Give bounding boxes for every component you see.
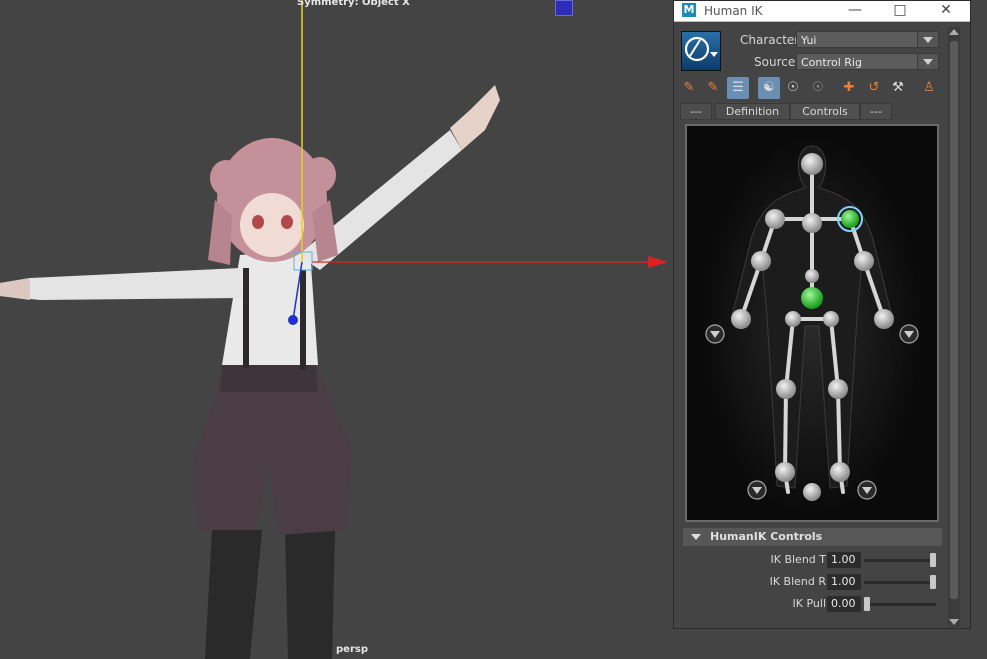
effector-head[interactable]: [801, 153, 823, 175]
character-dropdown[interactable]: Yui: [796, 31, 939, 48]
source-label: Source:: [754, 55, 800, 69]
pin-brush-alt-icon[interactable]: ✎: [702, 77, 724, 99]
scrollbar-thumb[interactable]: [950, 41, 958, 599]
human-ik-window: M Human IK — □ ✕ Character: Yui Source: …: [673, 0, 971, 629]
source-value: Control Rig: [801, 56, 862, 69]
ik-blend-r-field[interactable]: 1.00: [827, 574, 861, 590]
effector-left-elbow[interactable]: [751, 251, 771, 271]
window-titlebar[interactable]: M Human IK — □ ✕: [674, 1, 970, 22]
stance-alt-icon[interactable]: ☉: [807, 77, 829, 99]
tab-left-more[interactable]: ---: [680, 103, 712, 120]
key-icon[interactable]: ⚒: [887, 77, 909, 99]
ik-blend-r-label: IK Blend R: [769, 575, 826, 588]
ik-pull-label: IK Pull: [792, 597, 826, 610]
view-cube-marker[interactable]: [555, 0, 573, 16]
effector-left-ankle[interactable]: [775, 462, 795, 482]
ik-blend-t-slider[interactable]: [864, 553, 936, 567]
character-value: Yui: [801, 34, 817, 47]
close-icon[interactable]: ✕: [931, 1, 961, 21]
stance-icon[interactable]: ☉: [782, 77, 804, 99]
effector-right-wrist[interactable]: [874, 309, 894, 329]
effector-left-knee[interactable]: [776, 379, 796, 399]
reset-icon[interactable]: ↺: [863, 77, 885, 99]
window-body: Character: Yui Source: Control Rig ✎ ✎ ☰…: [674, 22, 970, 628]
effector-right-ankle[interactable]: [830, 462, 850, 482]
scroll-up-icon[interactable]: [949, 29, 959, 35]
slider-handle[interactable]: [930, 553, 936, 567]
body-part-icon[interactable]: ☯: [758, 77, 780, 99]
character-controls-figure[interactable]: [685, 124, 939, 522]
effector-left-shoulder[interactable]: [765, 209, 785, 229]
effector-right-shoulder[interactable]: [837, 206, 863, 232]
effector-reference[interactable]: [803, 483, 821, 501]
ik-pull-field[interactable]: 0.00: [827, 596, 861, 612]
ik-blend-r-slider[interactable]: [864, 575, 936, 589]
ik-blend-t-label: IK Blend T: [770, 553, 827, 566]
window-scrollbar[interactable]: [948, 27, 960, 627]
ik-blend-t-field[interactable]: 1.00: [827, 552, 861, 568]
right-foot-expand-icon[interactable]: [857, 480, 877, 500]
maya-icon: M: [682, 3, 696, 17]
ik-pull-slider[interactable]: [864, 597, 936, 611]
effector-left-wrist[interactable]: [731, 309, 751, 329]
chevron-down-icon: [917, 54, 938, 69]
slider-handle[interactable]: [930, 575, 936, 589]
humanik-logo-icon: [684, 36, 718, 62]
window-title: Human IK: [704, 4, 763, 18]
source-dropdown[interactable]: Control Rig: [796, 53, 939, 70]
effector-spine[interactable]: [805, 269, 819, 283]
collapse-triangle-icon: [691, 534, 701, 540]
effector-left-hip[interactable]: [785, 311, 801, 327]
camera-label: persp: [336, 644, 368, 655]
tab-definition[interactable]: Definition: [715, 103, 790, 120]
left-foot-expand-icon[interactable]: [747, 480, 767, 500]
scroll-down-icon[interactable]: [949, 619, 959, 625]
slider-handle[interactable]: [864, 597, 870, 611]
full-body-icon[interactable]: ☰: [727, 77, 749, 99]
move-icon[interactable]: ✚: [838, 77, 860, 99]
character-model[interactable]: [0, 0, 673, 659]
viewport-3d[interactable]: Symmetry: Object X persp: [0, 0, 673, 659]
effector-right-elbow[interactable]: [854, 251, 874, 271]
humanik-menu-button[interactable]: [681, 31, 721, 71]
symmetry-label: Symmetry: Object X: [297, 0, 410, 8]
minimize-icon[interactable]: —: [840, 1, 870, 21]
humanik-controls-section-header[interactable]: HumanIK Controls: [683, 528, 942, 546]
section-title: HumanIK Controls: [710, 530, 823, 543]
effector-right-hip[interactable]: [823, 311, 839, 327]
effector-right-knee[interactable]: [828, 379, 848, 399]
maximize-icon[interactable]: □: [885, 1, 915, 21]
effector-chest[interactable]: [802, 213, 822, 233]
tab-right-more[interactable]: ---: [860, 103, 892, 120]
chevron-down-icon: [917, 32, 938, 47]
right-hand-expand-icon[interactable]: [899, 324, 919, 344]
effector-hips[interactable]: [801, 287, 823, 309]
character-label: Character:: [740, 33, 804, 47]
tab-controls[interactable]: Controls: [790, 103, 860, 120]
character-icon[interactable]: ♙: [918, 77, 940, 99]
left-hand-expand-icon[interactable]: [705, 324, 725, 344]
pin-brush-icon[interactable]: ✎: [678, 77, 700, 99]
